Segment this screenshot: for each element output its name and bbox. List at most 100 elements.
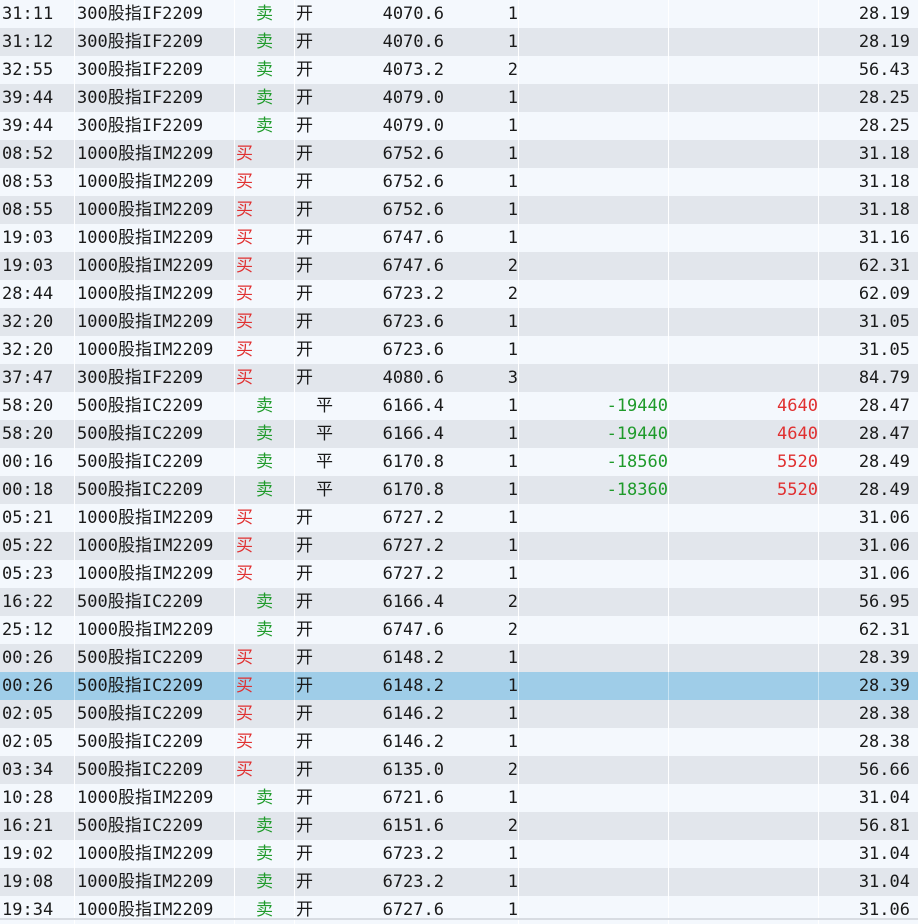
table-row[interactable]: 37:47 300股指IF2209 买 开 4080.6 3 84.79 (0, 364, 918, 392)
column-divider (74, 840, 75, 868)
close-pnl-cell (670, 616, 818, 644)
time-cell: 19:03 (2, 228, 54, 248)
table-row[interactable]: 08:53 1000股指IM2209 买 开 6752.6 1 31.18 (0, 168, 918, 196)
table-row[interactable]: 10:28 1000股指IM2209 卖 开 6721.6 1 31.04 (0, 784, 918, 812)
table-row[interactable]: 39:44 300股指IF2209 卖 开 4079.0 1 28.25 (0, 112, 918, 140)
time-cell: 19:08 (2, 872, 54, 892)
contract-cell: 1000股指IM2209 (77, 312, 214, 332)
position-pnl-cell (520, 700, 668, 728)
price-cell: 4079.0 (382, 88, 444, 108)
table-row[interactable]: 00:18 500股指IC2209 卖 平 6170.8 1 -18360 5520 28.49 (0, 476, 918, 504)
fee-cell: 28.19 (858, 4, 910, 24)
contract-cell: 1000股指IM2209 (77, 172, 214, 192)
open-close-cell: 开 (296, 368, 313, 388)
table-row[interactable]: 00:16 500股指IC2209 卖 平 6170.8 1 -18560 5520 28.49 (0, 448, 918, 476)
table-row[interactable]: 02:05 500股指IC2209 买 开 6146.2 1 28.38 (0, 728, 918, 756)
table-row[interactable]: 16:21 500股指IC2209 卖 开 6151.6 2 56.81 (0, 812, 918, 840)
position-pnl-cell (520, 0, 668, 28)
open-close-cell: 开 (296, 620, 313, 640)
contract-cell: 1000股指IM2209 (77, 564, 214, 584)
open-close-cell: 开 (296, 256, 313, 276)
column-divider (74, 812, 75, 840)
position-pnl-cell (520, 728, 668, 756)
position-pnl-cell (520, 588, 668, 616)
fee-cell: 28.39 (858, 648, 910, 668)
price-cell: 6166.4 (382, 424, 444, 444)
direction-cell: 卖 (256, 592, 273, 612)
column-divider (518, 280, 519, 308)
column-divider (818, 0, 819, 28)
close-pnl-cell (670, 868, 818, 896)
price-cell: 6151.6 (382, 816, 444, 836)
table-row[interactable]: 19:08 1000股指IM2209 卖 开 6723.2 1 31.04 (0, 868, 918, 896)
time-cell: 58:20 (2, 396, 54, 416)
column-divider (518, 476, 519, 504)
open-close-cell: 开 (296, 872, 313, 892)
fee-cell: 56.81 (858, 816, 910, 836)
fee-cell: 31.18 (858, 144, 910, 164)
direction-cell: 卖 (256, 480, 273, 500)
column-divider (668, 504, 669, 532)
column-divider (74, 112, 75, 140)
close-pnl-cell (670, 112, 818, 140)
fee-cell: 31.04 (858, 788, 910, 808)
open-close-cell: 开 (296, 844, 313, 864)
close-pnl-cell (670, 84, 818, 112)
table-row[interactable]: 28:44 1000股指IM2209 买 开 6723.2 2 62.09 (0, 280, 918, 308)
table-row[interactable]: 58:20 500股指IC2209 卖 平 6166.4 1 -19440 4640 28.47 (0, 420, 918, 448)
column-divider (74, 616, 75, 644)
column-divider (818, 728, 819, 756)
table-row[interactable]: 16:22 500股指IC2209 卖 开 6166.4 2 56.95 (0, 588, 918, 616)
table-row[interactable]: 03:34 500股指IC2209 买 开 6135.0 2 56.66 (0, 756, 918, 784)
table-row[interactable]: 08:55 1000股指IM2209 买 开 6752.6 1 31.18 (0, 196, 918, 224)
table-row[interactable]: 08:52 1000股指IM2209 买 开 6752.6 1 31.18 (0, 140, 918, 168)
column-divider (668, 448, 669, 476)
direction-cell: 卖 (256, 88, 273, 108)
column-divider (518, 336, 519, 364)
table-row[interactable]: 31:11 300股指IF2209 卖 开 4070.6 1 28.19 (0, 0, 918, 28)
column-divider (294, 56, 295, 84)
table-row[interactable]: 58:20 500股指IC2209 卖 平 6166.4 1 -19440 4640 28.47 (0, 392, 918, 420)
table-row[interactable]: 00:26 500股指IC2209 买 开 6148.2 1 28.39 (0, 644, 918, 672)
column-divider (74, 448, 75, 476)
table-row[interactable]: 19:02 1000股指IM2209 卖 开 6723.2 1 31.04 (0, 840, 918, 868)
column-divider (668, 532, 669, 560)
quantity-cell: 2 (507, 760, 518, 780)
column-divider (294, 140, 295, 168)
column-divider (294, 112, 295, 140)
contract-cell: 500股指IC2209 (77, 816, 204, 836)
direction-cell: 买 (236, 760, 253, 780)
table-row[interactable]: 05:22 1000股指IM2209 买 开 6727.2 1 31.06 (0, 532, 918, 560)
table-row[interactable]: 19:03 1000股指IM2209 买 开 6747.6 1 31.16 (0, 224, 918, 252)
table-row[interactable]: 31:12 300股指IF2209 卖 开 4070.6 1 28.19 (0, 28, 918, 56)
open-close-cell: 开 (296, 116, 313, 136)
column-divider (668, 392, 669, 420)
column-divider (294, 392, 295, 420)
position-pnl-cell: -18560 (606, 452, 668, 472)
time-cell: 28:44 (2, 284, 54, 304)
table-row[interactable]: 19:03 1000股指IM2209 买 开 6747.6 2 62.31 (0, 252, 918, 280)
column-divider (74, 0, 75, 28)
time-cell: 00:26 (2, 676, 54, 696)
table-row[interactable]: 39:44 300股指IF2209 卖 开 4079.0 1 28.25 (0, 84, 918, 112)
table-row[interactable]: 32:55 300股指IF2209 卖 开 4073.2 2 56.43 (0, 56, 918, 84)
column-divider (818, 868, 819, 896)
position-pnl-cell (520, 280, 668, 308)
column-divider (818, 280, 819, 308)
fee-cell: 31.04 (858, 844, 910, 864)
table-row[interactable]: 25:12 1000股指IM2209 卖 开 6747.6 2 62.31 (0, 616, 918, 644)
price-cell: 6146.2 (382, 732, 444, 752)
table-row[interactable]: 02:05 500股指IC2209 买 开 6146.2 1 28.38 (0, 700, 918, 728)
column-divider (668, 364, 669, 392)
contract-cell: 500股指IC2209 (77, 592, 204, 612)
column-divider (818, 168, 819, 196)
column-divider (668, 168, 669, 196)
table-row[interactable]: 00:26 500股指IC2209 买 开 6148.2 1 28.39 (0, 672, 918, 700)
table-row[interactable]: 32:20 1000股指IM2209 买 开 6723.6 1 31.05 (0, 336, 918, 364)
column-divider (518, 728, 519, 756)
column-divider (294, 616, 295, 644)
open-close-cell: 开 (296, 676, 313, 696)
table-row[interactable]: 05:21 1000股指IM2209 买 开 6727.2 1 31.06 (0, 504, 918, 532)
table-row[interactable]: 05:23 1000股指IM2209 买 开 6727.2 1 31.06 (0, 560, 918, 588)
table-row[interactable]: 32:20 1000股指IM2209 买 开 6723.6 1 31.05 (0, 308, 918, 336)
